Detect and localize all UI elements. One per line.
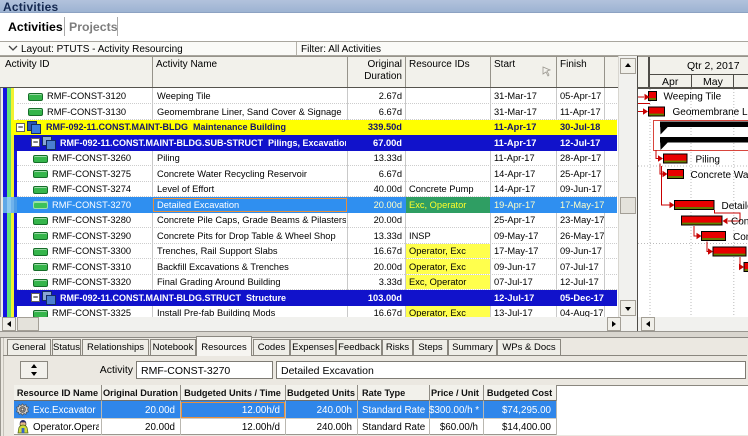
svg-text:Piling: Piling bbox=[696, 155, 720, 166]
svg-text:Detailed Excavation: Detailed Excavation bbox=[722, 201, 748, 212]
svg-text:Concrete Pile Caps: Concrete Pile Caps bbox=[731, 217, 748, 228]
svg-text:Weeping Tile: Weeping Tile bbox=[664, 92, 722, 103]
svg-text:Concrete Pits: Concrete Pits bbox=[733, 232, 748, 243]
svg-text:Geomembrane Liner, San: Geomembrane Liner, San bbox=[673, 107, 748, 118]
svg-text:Concrete Water Recycli: Concrete Water Recycli bbox=[691, 170, 748, 181]
